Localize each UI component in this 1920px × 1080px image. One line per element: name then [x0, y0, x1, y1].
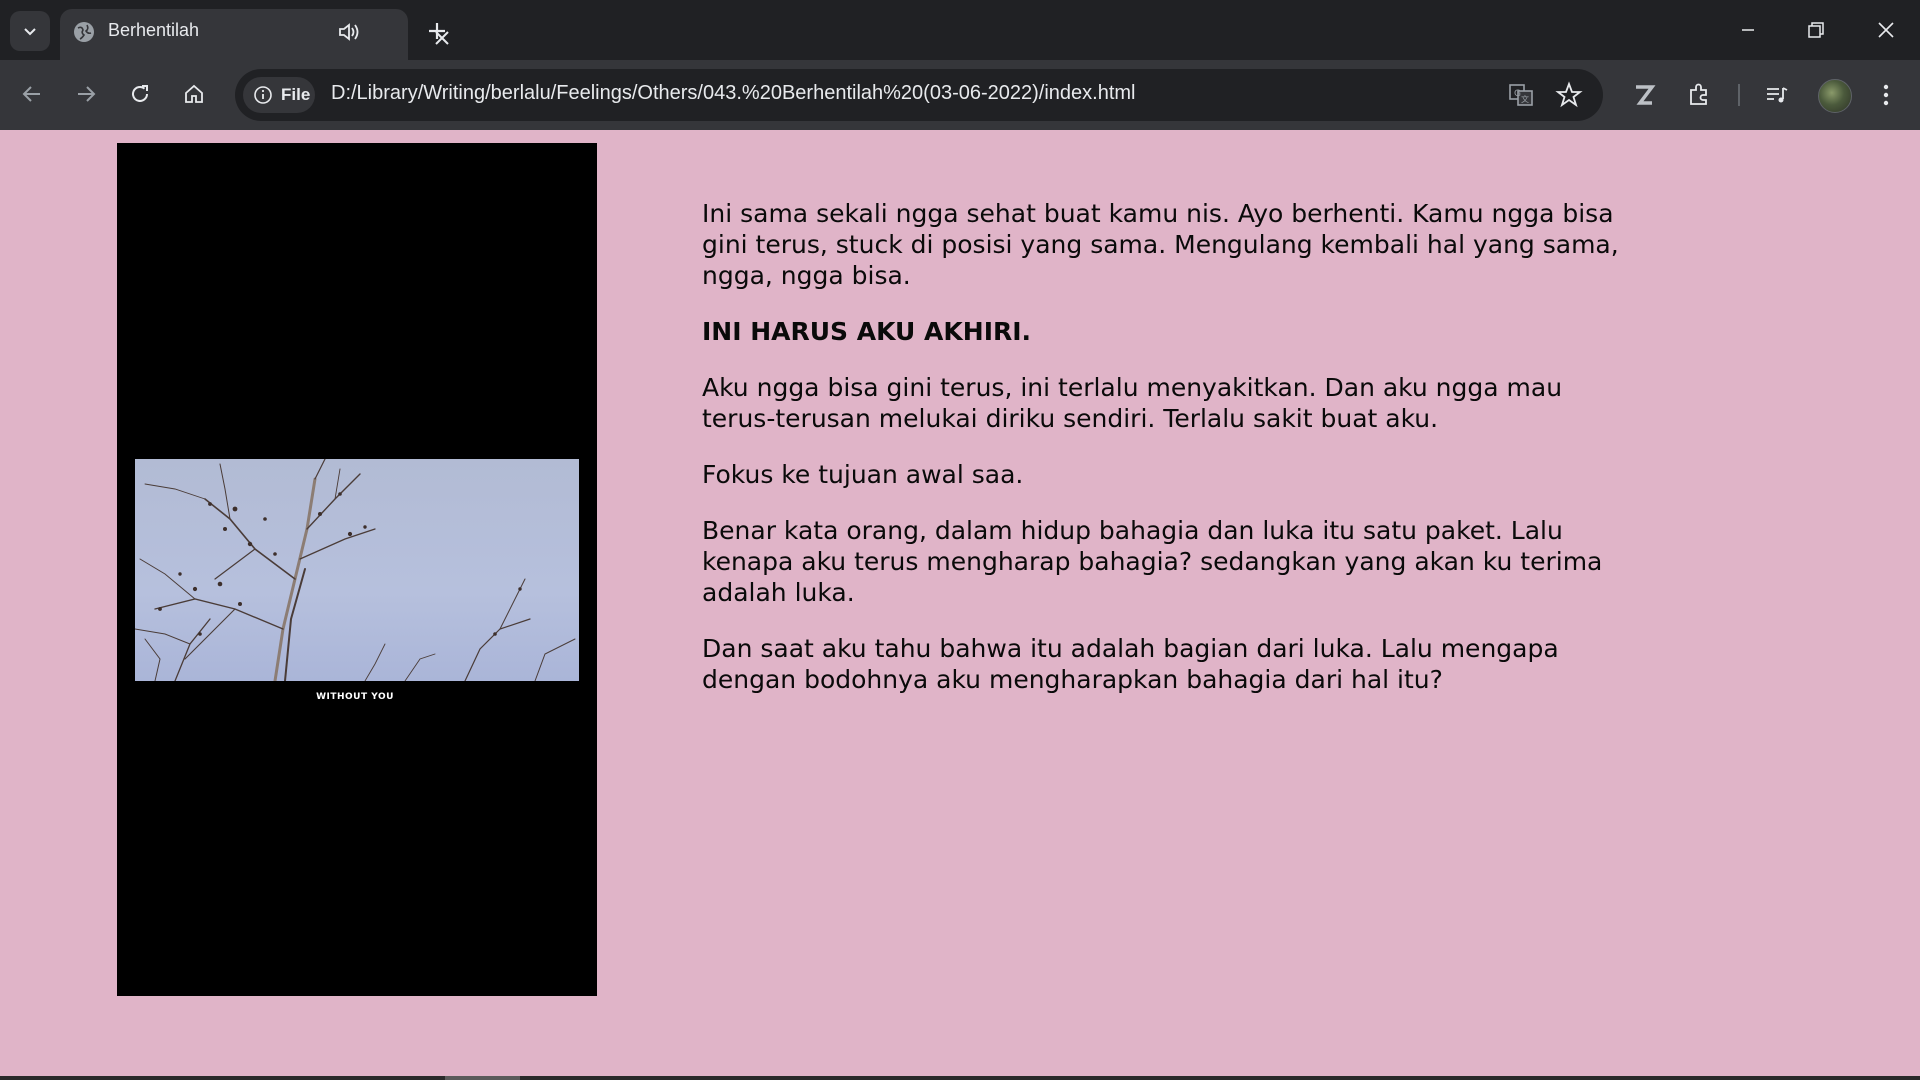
chevron-down-icon	[24, 28, 36, 36]
media-controls-button[interactable]	[1759, 77, 1795, 113]
video-player[interactable]: WITHOUT YOU	[117, 143, 597, 996]
profile-avatar[interactable]	[1818, 79, 1852, 113]
home-icon	[185, 84, 203, 103]
browser-titlebar: Berhentilah	[0, 0, 1920, 60]
emphasis-heading: INI HARUS AKU AKHIRI.	[702, 317, 1032, 346]
forward-button[interactable]	[68, 76, 104, 112]
restore-icon	[1808, 22, 1824, 38]
tab-search-button[interactable]	[10, 11, 50, 51]
minimize-button[interactable]	[1728, 12, 1768, 48]
close-window-button[interactable]	[1866, 12, 1906, 48]
tab-title: Berhentilah	[108, 20, 200, 40]
paragraph: Dan saat aku tahu bahwa itu adalah bagia…	[702, 634, 1559, 694]
extensions-button[interactable]	[1681, 77, 1717, 113]
z-extension-icon	[1636, 85, 1656, 105]
bare-tree-branches-image	[135, 459, 576, 681]
reload-button[interactable]	[122, 76, 158, 112]
home-button[interactable]	[176, 76, 212, 112]
tab-berhentilah[interactable]: Berhentilah	[60, 9, 449, 60]
forward-arrow-icon	[78, 86, 96, 102]
info-icon	[254, 86, 272, 104]
translate-icon[interactable]: G 文	[1507, 81, 1535, 109]
video-frame	[135, 459, 579, 681]
paragraph: Aku ngga bisa gini terus, ini terlalu me…	[702, 373, 1563, 433]
kebab-menu-icon	[1883, 84, 1889, 106]
address-bar[interactable]: File D:/Library/Writing/berlalu/Feelings…	[235, 69, 1603, 121]
media-controls-icon	[1767, 87, 1788, 103]
back-arrow-icon	[22, 86, 40, 102]
svg-text:G: G	[1514, 89, 1521, 99]
paragraph: Ini sama sekali ngga sehat buat kamu nis…	[702, 199, 1619, 290]
site-chip-label: File	[281, 85, 311, 104]
z-extension-button[interactable]	[1626, 77, 1662, 113]
scrollbar-thumb[interactable]	[445, 1076, 520, 1080]
globe-icon	[74, 22, 94, 42]
site-info-chip[interactable]: File	[243, 77, 315, 113]
puzzle-icon	[1690, 83, 1707, 105]
toolbar-separator	[1738, 84, 1740, 106]
plus-icon[interactable]	[422, 16, 452, 46]
minimize-icon	[1742, 29, 1754, 31]
article-body: Ini sama sekali ngga sehat buat kamu nis…	[702, 198, 1622, 720]
paragraph: Benar kata orang, dalam hidup bahagia da…	[702, 516, 1603, 607]
reload-icon	[132, 85, 148, 102]
speaker-icon[interactable]	[336, 19, 362, 45]
close-icon	[1878, 22, 1894, 38]
star-icon[interactable]	[1555, 81, 1583, 109]
back-button[interactable]	[14, 76, 50, 112]
horizontal-scrollbar[interactable]	[0, 1076, 1920, 1080]
browser-menu-button[interactable]	[1868, 77, 1904, 113]
svg-text:文: 文	[1521, 94, 1529, 104]
paragraph: Fokus ke tujuan awal saa.	[702, 460, 1024, 489]
url-text[interactable]: D:/Library/Writing/berlalu/Feelings/Othe…	[331, 82, 1136, 105]
video-caption: WITHOUT YOU	[316, 692, 394, 702]
browser-toolbar: File D:/Library/Writing/berlalu/Feelings…	[0, 60, 1920, 130]
restore-button[interactable]	[1796, 12, 1836, 48]
